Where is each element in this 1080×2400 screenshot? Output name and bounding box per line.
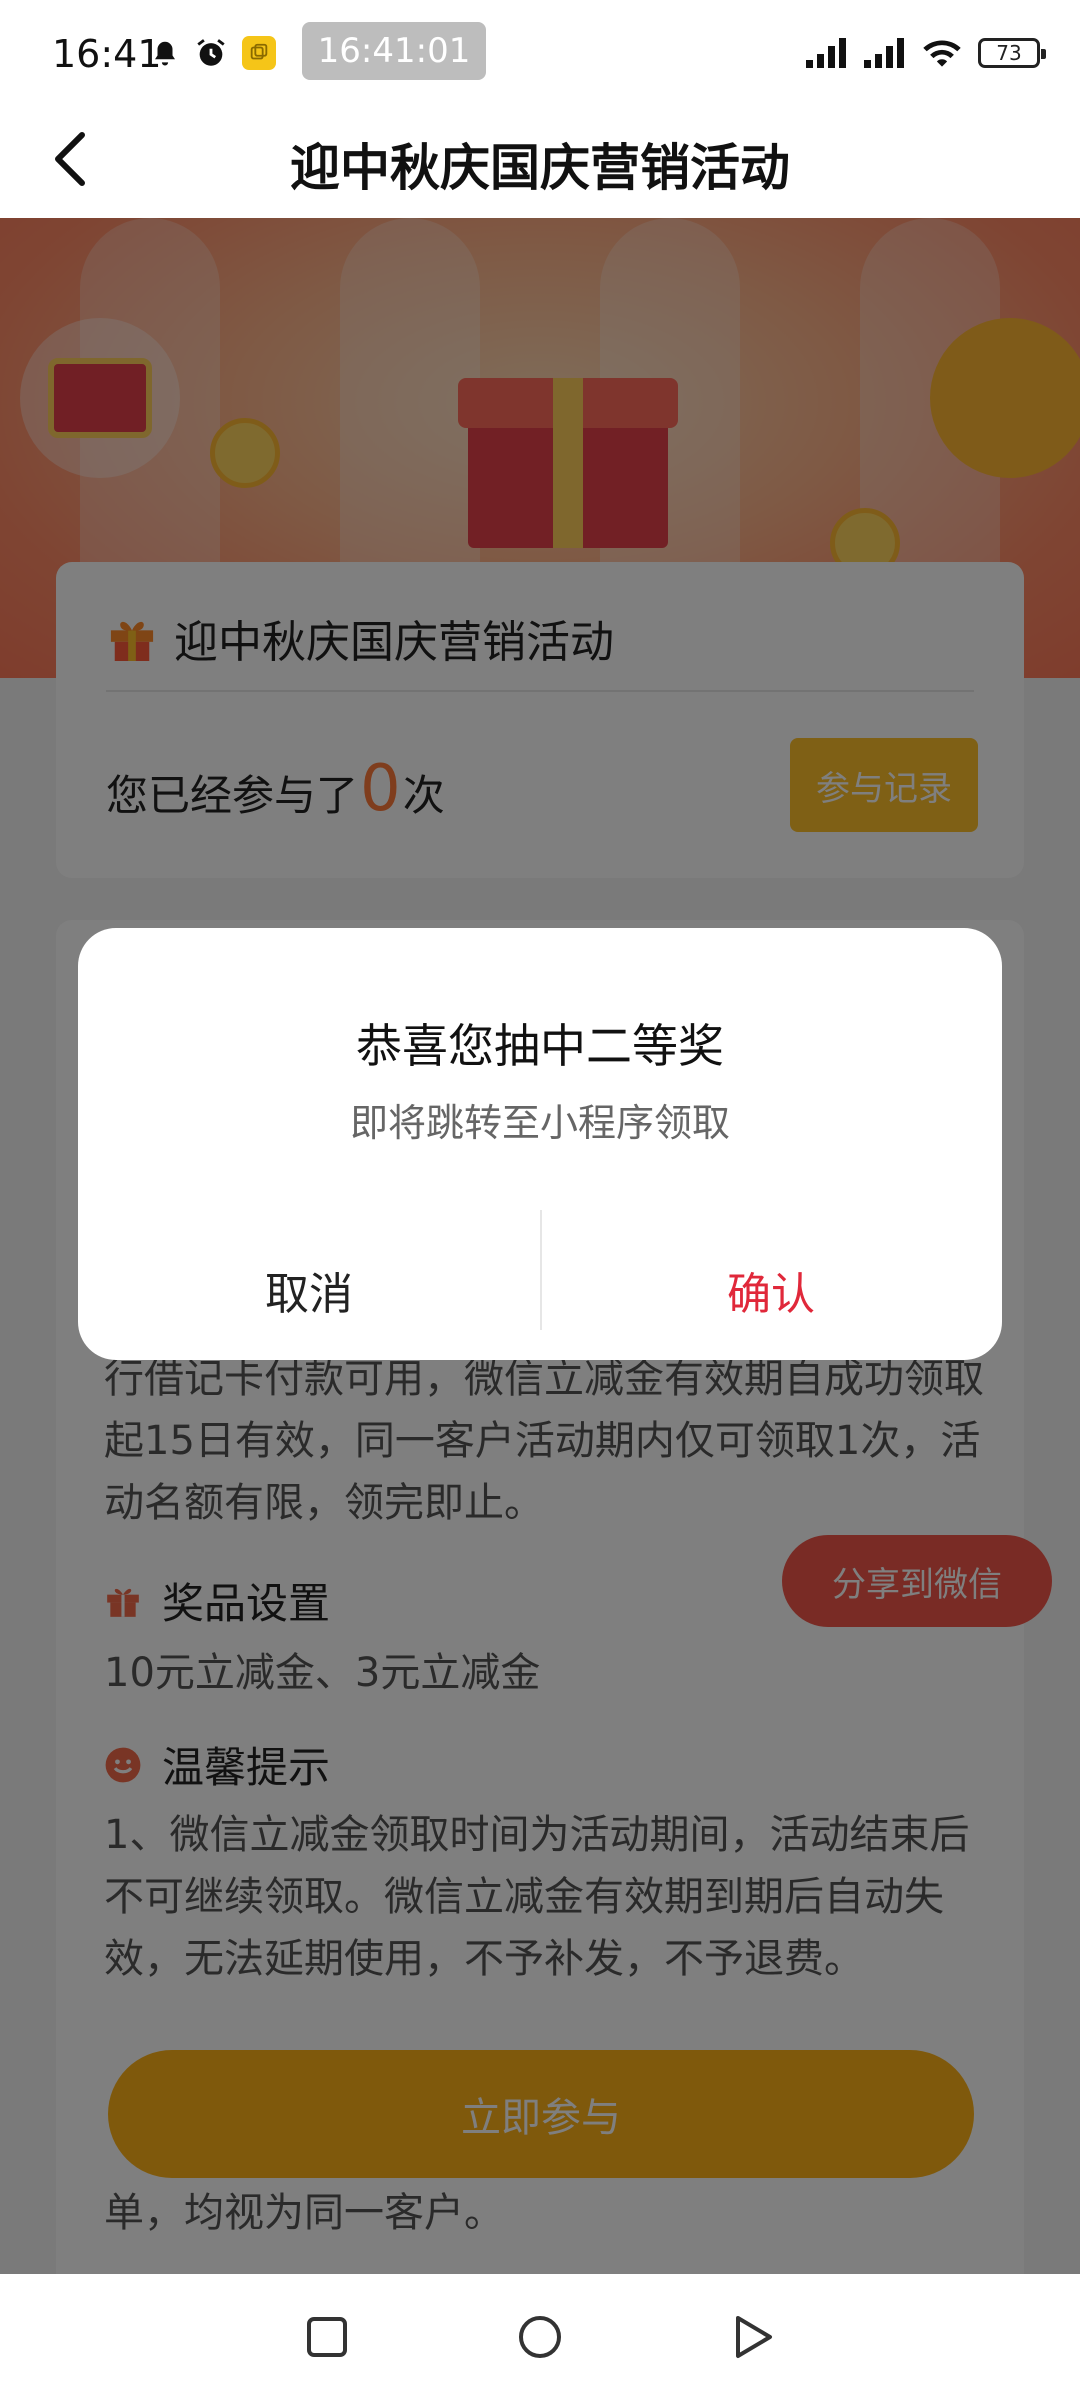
dialog-title: 恭喜您抽中二等奖 (356, 1019, 724, 1073)
triangle-back-icon (736, 2316, 773, 2358)
header: 迎中秋庆国庆营销活动 (0, 100, 1080, 218)
status-time: 16:41 (52, 32, 162, 76)
dialog-buttons: 取消 确认 (78, 1220, 1002, 1360)
signal-icon (806, 38, 846, 68)
battery-icon: 73 (978, 38, 1046, 68)
wifi-icon (923, 40, 961, 67)
bell-icon (155, 41, 175, 66)
status-right-icons: 73 (804, 36, 1046, 70)
page-title: 迎中秋庆国庆营销活动 (290, 139, 790, 197)
square-recents-icon (306, 2317, 347, 2357)
prize-dialog: 恭喜您抽中二等奖 即将跳转至小程序领取 取消 确认 (78, 928, 1002, 1360)
cancel-button[interactable]: 取消 (78, 1220, 540, 1360)
circle-home-icon (518, 2316, 561, 2358)
back-nav-button[interactable] (723, 2307, 783, 2367)
signal-icon (864, 38, 904, 68)
app-notification-icon (242, 36, 276, 70)
confirm-button[interactable]: 确认 (540, 1220, 1002, 1360)
alarm-icon (197, 39, 225, 66)
dialog-message: 即将跳转至小程序领取 (349, 1101, 730, 1145)
home-button[interactable] (510, 2307, 570, 2367)
system-nav-bar (0, 2274, 1080, 2400)
status-left-icons (150, 36, 276, 70)
recents-button[interactable] (297, 2307, 357, 2367)
screen-recording-clock: 16:41:01 (302, 22, 486, 80)
status-bar: 16:41 16:41:01 73 (0, 0, 1080, 100)
